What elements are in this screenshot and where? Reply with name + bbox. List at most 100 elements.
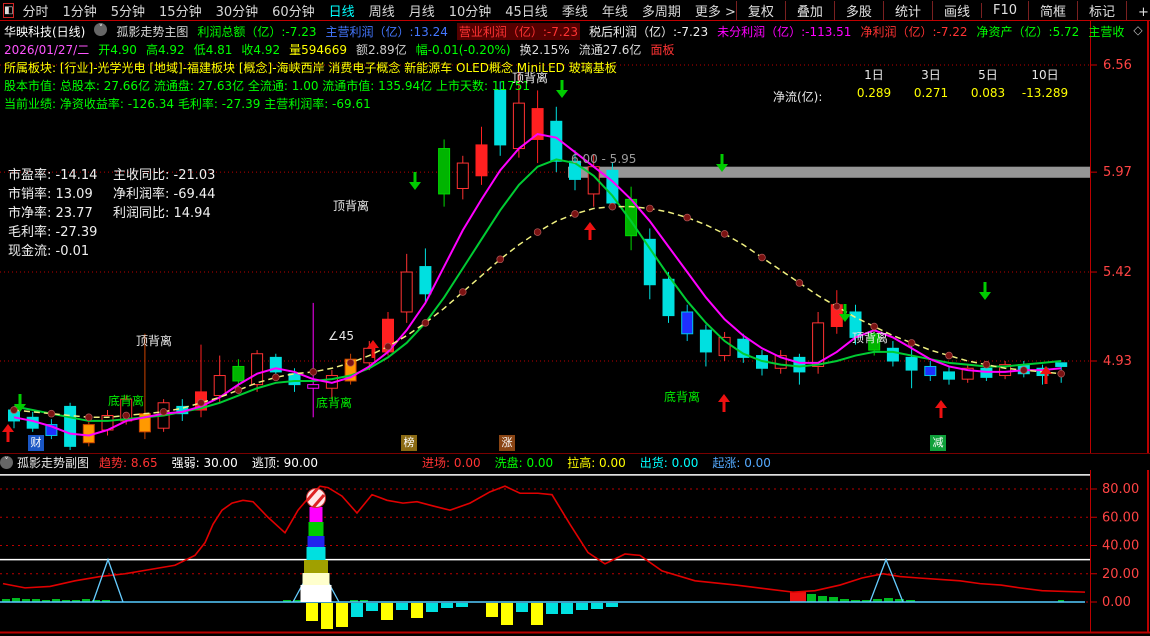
info-segment: 换2.15% (520, 41, 570, 58)
menu-item-period[interactable]: 45日线 (505, 1, 548, 20)
menu-item-period[interactable]: 更多 > (695, 1, 736, 20)
menu-item-tool[interactable]: 叠加 (785, 1, 834, 20)
menu-item-period[interactable]: 多周期 (642, 1, 681, 20)
info-segment: 开4.90 (98, 41, 137, 58)
marker-badge: 减 (930, 435, 946, 451)
svg-text:0.00: 0.00 (1102, 595, 1131, 610)
menu-item-period[interactable]: 日线 (329, 1, 355, 20)
info-segment: ◇ (1133, 23, 1142, 40)
sub-indicator-header: ˅ 孤影走势副图 趋势: 8.65强弱: 30.00逃顶: 90.00进场: 0… (0, 454, 1150, 470)
info-segment: 2026/01/27/二 (4, 41, 89, 58)
info-segment: 利润总额（亿）:-7.23 (197, 23, 316, 40)
info-segment: 额2.89亿 (356, 41, 407, 58)
info-segment: 主营利润（亿）:13.24 (325, 23, 447, 40)
info-segment: 营业利润（亿）:-7.23 (457, 23, 580, 40)
info-segment: 面板 (650, 41, 674, 58)
info-segment: 税后利润（亿）:-7.23 (589, 23, 708, 40)
info-segment: 孤影走势主图 (116, 23, 188, 40)
svg-text:80.00: 80.00 (1102, 482, 1139, 497)
marker-badge: 涨 (499, 435, 515, 451)
info-segment: 量594669 (289, 41, 347, 58)
netflow-period: 10日 (1008, 66, 1082, 83)
marker-badge: 财 (28, 435, 44, 451)
sub-indicator-value: 强弱: 30.00 (172, 454, 238, 471)
sub-indicator-value: 出货: 0.00 (640, 454, 699, 471)
divergence-label: 底背离 (664, 388, 700, 405)
menu-item-tool[interactable]: 画线 (932, 1, 981, 20)
sub-indicator-value: 拉高: 0.00 (567, 454, 626, 471)
menu-item-period[interactable]: 周线 (369, 1, 395, 20)
menu-item-period[interactable]: 5分钟 (111, 1, 145, 20)
menu-item-tool[interactable]: 多股 (834, 1, 883, 20)
ohlc-info-row: 2026/01/27/二开4.90高4.92低4.81收4.92量594669额… (4, 41, 674, 58)
metric-item: 毛利率: -27.39 (8, 221, 97, 240)
divergence-label: 顶背离 (512, 69, 548, 86)
netflow-column: 10日 -13.289 (1008, 66, 1082, 100)
info-segment: 华映科技(日线) (4, 23, 85, 40)
netflow-table: 净流(亿): 1日0.2893日0.2715日0.08310日-13.289 (745, 66, 1095, 108)
capital-info-row: 股本市值: 总股本: 27.66亿 流通盘: 27.63亿 全流通: 1.00 … (4, 77, 530, 94)
info-segment: 幅-0.01(-0.20%) (416, 41, 511, 58)
sub-indicator-value: 逃顶: 90.00 (252, 454, 318, 471)
metric-item: 利润同比: 14.94 (113, 202, 211, 221)
metric-item: 市净率: 23.77 (8, 202, 93, 221)
divergence-label: 顶背离 (333, 197, 369, 214)
marker-badge: 榜 (401, 435, 417, 451)
info-segment: 主营收 (1088, 23, 1124, 40)
divergence-label: 底背离 (316, 394, 352, 411)
svg-text:5.42: 5.42 (1103, 265, 1132, 280)
main-chart-area: 6.56 5.97 5.42 4.93 华映科技(日线) ˅ 孤影走势主图利润总额（亿）:… (0, 21, 1150, 454)
divergence-label: 顶背离 (136, 332, 172, 349)
divergence-label: 顶背离 (852, 329, 888, 346)
menu-item-tool[interactable]: 复权 (736, 1, 785, 20)
window-menu-icon[interactable]: ◧ (3, 3, 14, 18)
svg-text:60.00: 60.00 (1102, 510, 1139, 525)
indicator-dropdown-icon[interactable]: ˅ (94, 23, 107, 36)
info-segment: 流通27.6亿 (579, 41, 642, 58)
info-segment: 高4.92 (146, 41, 185, 58)
price-band-label: 6.00 - 5.95 (571, 152, 636, 166)
menu-item-period[interactable]: 60分钟 (272, 1, 315, 20)
metric-item: 市销率: 13.09 (8, 183, 93, 202)
sub-indicator-value: 起涨: 0.00 (712, 454, 771, 471)
menu-item-period[interactable]: 15分钟 (159, 1, 202, 20)
indicator-dropdown-icon[interactable]: ˅ (0, 456, 13, 469)
netflow-label: 净流(亿): (773, 88, 822, 105)
metric-item: 净利润率: -69.44 (113, 183, 215, 202)
menu-item-tool[interactable]: 标记 (1077, 1, 1126, 20)
app-window: ◧ 分时 1分钟 5分钟 15分钟 30分钟 60分钟日线周线月线 10分钟 45日线季线年线… (0, 0, 1150, 636)
svg-text:40.00: 40.00 (1102, 539, 1139, 554)
info-segment: 股本市值: 总股本: 27.66亿 流通盘: 27.63亿 全流通: 1.00 … (4, 77, 530, 94)
menu-item-period[interactable]: 1分钟 (62, 1, 96, 20)
menu-item-tool[interactable]: +自选 (1126, 1, 1150, 20)
svg-text:20.00: 20.00 (1102, 567, 1139, 582)
menu-item-period[interactable]: 分时 (22, 1, 48, 20)
metric-item: 现金流: -0.01 (8, 240, 89, 259)
performance-info-row: 当前业绩: 净资收益率: -126.34 毛利率: -27.39 主营利润率: … (4, 95, 371, 112)
svg-text:4.93: 4.93 (1103, 354, 1132, 369)
info-segment: 收4.92 (241, 41, 280, 58)
menu-item-tool[interactable]: F10 (981, 3, 1028, 18)
divergence-label: 底背离 (108, 392, 144, 409)
menu-item-period[interactable]: 季线 (562, 1, 588, 20)
divergence-label: ∠45 (328, 329, 354, 343)
sub-indicator-value: 洗盘: 0.00 (495, 454, 554, 471)
sub-chart-svg: 80.00 60.00 40.00 20.00 0.00 (0, 470, 1150, 634)
svg-text:5.97: 5.97 (1103, 165, 1132, 180)
stock-info-row: 华映科技(日线) ˅ 孤影走势主图利润总额（亿）:-7.23 主营利润（亿）:13.2… (4, 23, 1150, 40)
metric-item: 主收同比: -21.03 (113, 164, 215, 183)
menu-item-tool[interactable]: 统计 (883, 1, 932, 20)
top-menu-bar: ◧ 分时 1分钟 5分钟 15分钟 30分钟 60分钟日线周线月线 10分钟 45日线季线年线… (0, 0, 1150, 21)
menu-item-period[interactable]: 30分钟 (216, 1, 259, 20)
svg-text:6.56: 6.56 (1103, 58, 1132, 73)
sub-indicator-value: 趋势: 8.65 (99, 454, 158, 471)
menu-item-period[interactable]: 10分钟 (449, 1, 492, 20)
sub-chart-area: 80.00 60.00 40.00 20.00 0.00 (0, 470, 1150, 634)
info-segment: 净资产（亿）:5.72 (977, 23, 1080, 40)
price-axis-line (1090, 21, 1091, 633)
menu-item-tool[interactable]: 简框 (1028, 1, 1077, 20)
menu-item-period[interactable]: 年线 (602, 1, 628, 20)
netflow-value: -13.289 (1008, 86, 1082, 100)
period-menu: 分时 1分钟 5分钟 15分钟 30分钟 60分钟日线周线月线 10分钟 45日线季线年线多周… (22, 1, 735, 20)
menu-item-period[interactable]: 月线 (409, 1, 435, 20)
